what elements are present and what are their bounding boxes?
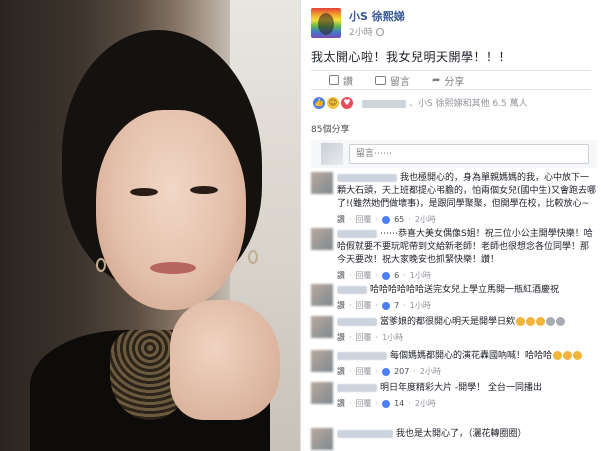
- post-header: 小S 徐熙娣 2小時: [311, 8, 405, 38]
- commenter-name[interactable]: [337, 429, 393, 438]
- comment-time[interactable]: 2小時: [415, 397, 436, 410]
- comment-time[interactable]: 2小時: [420, 365, 441, 378]
- commenter-name[interactable]: [337, 383, 377, 392]
- post-text: 我太開心啦！我女兒明天開學！！！: [311, 50, 512, 64]
- commenter-avatar[interactable]: [311, 228, 333, 250]
- commenter-avatar[interactable]: [311, 284, 333, 306]
- comment-like-count: 7: [394, 301, 400, 310]
- comment-text: 當爹娘的都很開心明天是開學日欸: [380, 317, 516, 327]
- author-avatar[interactable]: [311, 8, 341, 38]
- reaction-text-label: 、小S 徐熙娣和其他 6.5 萬人: [409, 99, 528, 109]
- like-count-icon: [382, 301, 391, 310]
- post-time[interactable]: 2小時: [349, 25, 405, 38]
- comment-item: 我也是太開心了，（灑花轉圈圈）: [311, 428, 597, 450]
- comment-item: 明日年度精彩大片 -開學！ 全台一同播出 讚 · 回覆 · 14 · 2小時: [311, 382, 597, 410]
- comment-text: 哈哈哈哈哈哈送完女兒上學立馬開一瓶紅酒慶祝: [370, 285, 560, 295]
- comment-text: 我也是太開心了，（灑花轉圈圈）: [396, 429, 527, 439]
- photo-eye-left: [130, 188, 158, 196]
- like-label: 讚: [343, 76, 353, 88]
- emoji-icon: [556, 317, 566, 326]
- comment-reply-button[interactable]: 回覆: [356, 331, 372, 344]
- share-count[interactable]: 85個分享: [311, 122, 349, 135]
- emoji-icon: [526, 317, 536, 326]
- comment-time[interactable]: 2小時: [415, 213, 436, 226]
- comment-item: ⋯⋯恭喜大美女偶像S姐！祝三位小公主開學快樂！哈哈假就要不要玩呢帶到文給新老師！…: [311, 228, 597, 282]
- comment-like-button[interactable]: 讚: [337, 299, 345, 312]
- comment-time[interactable]: 1小時: [382, 331, 403, 344]
- comment-item: 我也極開心的，身為單親媽媽的我，心中放下一顆大石頭，天上班都提心弔膽的，怕兩個女…: [311, 172, 597, 226]
- like-count-icon: [382, 271, 391, 280]
- comment-like-count: 6: [394, 271, 400, 280]
- haha-reaction-icon: ☺: [327, 96, 339, 109]
- photo-earring-left: [96, 258, 106, 272]
- photo-hand: [170, 300, 280, 420]
- post-actions: 讚 留言 ➦ 分享: [311, 70, 591, 90]
- commenter-name[interactable]: [337, 285, 367, 294]
- comment-item: 當爹娘的都很開心明天是開學日欸 讚 · 回覆 · 1小時: [311, 316, 597, 344]
- commenter-avatar[interactable]: [311, 428, 333, 450]
- like-count-icon: [382, 399, 391, 408]
- comment-like-button[interactable]: 讚: [337, 365, 345, 378]
- reaction-text: 、小S 徐熙娣和其他 6.5 萬人: [359, 96, 528, 109]
- love-reaction-icon: ♥: [341, 96, 353, 109]
- comment-icon: [375, 75, 386, 85]
- reaction-summary[interactable]: 👍 ☺ ♥ 、小S 徐熙娣和其他 6.5 萬人: [313, 96, 528, 109]
- emoji-icon: [573, 351, 583, 360]
- comment-reply-button[interactable]: 回覆: [356, 365, 372, 378]
- comment-item: 每個媽媽都開心的演花轟國吶喊！哈哈哈 讚 · 回覆 · 207 · 2小時: [311, 350, 597, 378]
- commenter-avatar[interactable]: [311, 172, 333, 194]
- comment-like-count: 207: [394, 367, 410, 376]
- photo-earring-right: [248, 250, 258, 264]
- comment-reply-button[interactable]: 回覆: [356, 397, 372, 410]
- emoji-icon: [536, 317, 546, 326]
- emoji-icon: [553, 351, 563, 360]
- comment-composer: [311, 140, 597, 168]
- comment-like-count: 65: [394, 215, 405, 224]
- thumbs-up-icon: [329, 75, 339, 85]
- like-count-icon: [382, 367, 391, 376]
- emoji-icon: [563, 351, 573, 360]
- share-icon: ➦: [432, 74, 441, 86]
- commenter-name[interactable]: [337, 173, 397, 182]
- commenter-name[interactable]: [337, 229, 377, 238]
- like-reaction-icon: 👍: [313, 96, 325, 109]
- comment-text: 明日年度精彩大片 -開學！ 全台一同播出: [380, 383, 542, 393]
- comment-time[interactable]: 1小時: [410, 299, 431, 312]
- commenter-name[interactable]: [337, 351, 387, 360]
- comment-item: 哈哈哈哈哈哈送完女兒上學立馬開一瓶紅酒慶祝 讚 · 回覆 · 7 · 1小時: [311, 284, 597, 312]
- comment-like-button[interactable]: 讚: [337, 213, 345, 226]
- comment-label: 留言: [390, 76, 410, 88]
- share-label: 分享: [444, 76, 465, 88]
- commenter-avatar[interactable]: [311, 316, 333, 338]
- commenter-name[interactable]: [337, 317, 377, 326]
- comment-reply-button[interactable]: 回覆: [356, 299, 372, 312]
- photo-eye-right: [190, 186, 218, 194]
- emoji-icon: [516, 317, 526, 326]
- comment-like-count: 14: [394, 399, 405, 408]
- comment-like-button[interactable]: 讚: [337, 331, 345, 344]
- comment-reply-button[interactable]: 回覆: [356, 213, 372, 226]
- comment-reply-button[interactable]: 回覆: [356, 269, 372, 282]
- comment-button[interactable]: 留言: [375, 73, 410, 88]
- commenter-avatar[interactable]: [311, 382, 333, 404]
- like-button[interactable]: 讚: [329, 73, 353, 88]
- my-avatar: [321, 143, 343, 165]
- post-panel: 小S 徐熙娣 2小時 我太開心啦！我女兒明天開學！！！ 讚 留言 ➦ 分享 👍 …: [300, 0, 601, 451]
- comment-input[interactable]: [349, 144, 589, 164]
- post-time-label[interactable]: 2小時: [349, 25, 373, 38]
- author-name[interactable]: 小S 徐熙娣: [349, 8, 405, 24]
- comment-like-button[interactable]: 讚: [337, 397, 345, 410]
- globe-icon: [375, 27, 384, 36]
- comment-text: 每個媽媽都開心的演花轟國吶喊！哈哈哈: [390, 351, 553, 361]
- commenter-avatar[interactable]: [311, 350, 333, 372]
- emoji-icon: [546, 317, 556, 326]
- photo-face: [96, 110, 246, 310]
- comment-like-button[interactable]: 讚: [337, 269, 345, 282]
- blurred-name: [362, 99, 406, 108]
- share-button[interactable]: ➦ 分享: [432, 73, 464, 88]
- like-count-icon: [382, 215, 391, 224]
- photo-lips: [150, 262, 196, 274]
- comment-time[interactable]: 1小時: [410, 269, 431, 282]
- post-photo[interactable]: [0, 0, 300, 451]
